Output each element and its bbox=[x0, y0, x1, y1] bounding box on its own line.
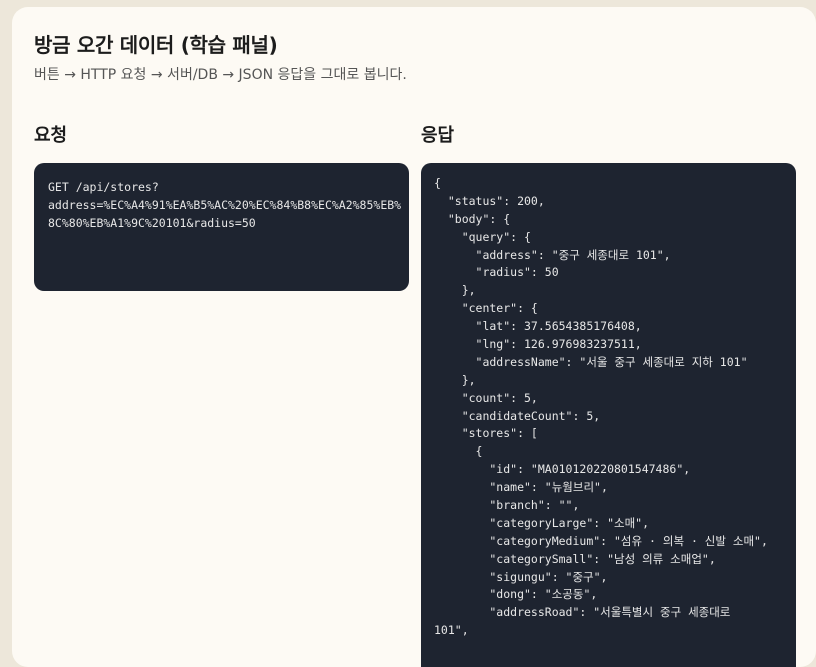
json-line: "categorySmall": "남성 의류 소매업", bbox=[434, 551, 716, 566]
json-line: }, bbox=[434, 283, 476, 298]
request-line: 8C%80%EB%A1%9C%20101&radius=50 bbox=[48, 216, 256, 230]
json-line: "name": "뉴웜브리", bbox=[434, 480, 608, 495]
json-line: "categoryMedium": "섬유 · 의복 · 신발 소매", bbox=[434, 533, 768, 548]
json-line: }, bbox=[434, 372, 476, 387]
json-line: "addressRoad": "서울특별시 중구 세종대로 bbox=[434, 605, 731, 620]
response-heading: 응답 bbox=[421, 125, 455, 146]
panel-subtitle: 버튼 → HTTP 요청 → 서버/DB → JSON 응답을 그대로 봅니다. bbox=[34, 67, 407, 83]
json-line: "categoryLarge": "소매", bbox=[434, 515, 650, 530]
json-line: { bbox=[434, 444, 483, 459]
learning-panel: 방금 오간 데이터 (학습 패널) 버튼 → HTTP 요청 → 서버/DB →… bbox=[12, 7, 816, 667]
request-code-block: GET /api/stores? address=%EC%A4%91%EA%B5… bbox=[34, 163, 409, 291]
json-line: 101", bbox=[434, 623, 469, 638]
json-line: "stores": [ bbox=[434, 426, 538, 441]
json-line: "body": { bbox=[434, 211, 511, 226]
json-line: "id": "MA010120220801547486", bbox=[434, 462, 691, 477]
json-line: "address": "중구 세종대로 101", bbox=[434, 247, 671, 262]
json-line: { bbox=[434, 176, 441, 190]
json-line: "dong": "소공동", bbox=[434, 587, 598, 602]
json-line: "sigungu": "중구", bbox=[434, 569, 608, 584]
json-line: "lat": 37.5654385176408, bbox=[434, 319, 642, 334]
json-line: "branch": "", bbox=[434, 498, 580, 513]
request-line: address=%EC%A4%91%EA%B5%AC%20%EC%84%B8%E… bbox=[48, 198, 402, 212]
json-line: "status": 200, bbox=[434, 193, 545, 208]
json-line: "radius": 50 bbox=[434, 265, 559, 280]
json-line: "lng": 126.976983237511, bbox=[434, 337, 642, 352]
panel-title: 방금 오간 데이터 (학습 패널) bbox=[34, 33, 278, 57]
response-json-block[interactable]: { "status": 200, "body": { "query": { "a… bbox=[421, 163, 796, 667]
json-line: "candidateCount": 5, bbox=[434, 408, 601, 423]
request-line: GET /api/stores? bbox=[48, 180, 159, 194]
json-line: "query": { bbox=[434, 229, 531, 244]
json-line: "center": { bbox=[434, 301, 538, 316]
request-heading: 요청 bbox=[34, 125, 68, 146]
json-line: "count": 5, bbox=[434, 390, 538, 405]
json-line: "addressName": "서울 중구 세종대로 지하 101" bbox=[434, 354, 748, 369]
